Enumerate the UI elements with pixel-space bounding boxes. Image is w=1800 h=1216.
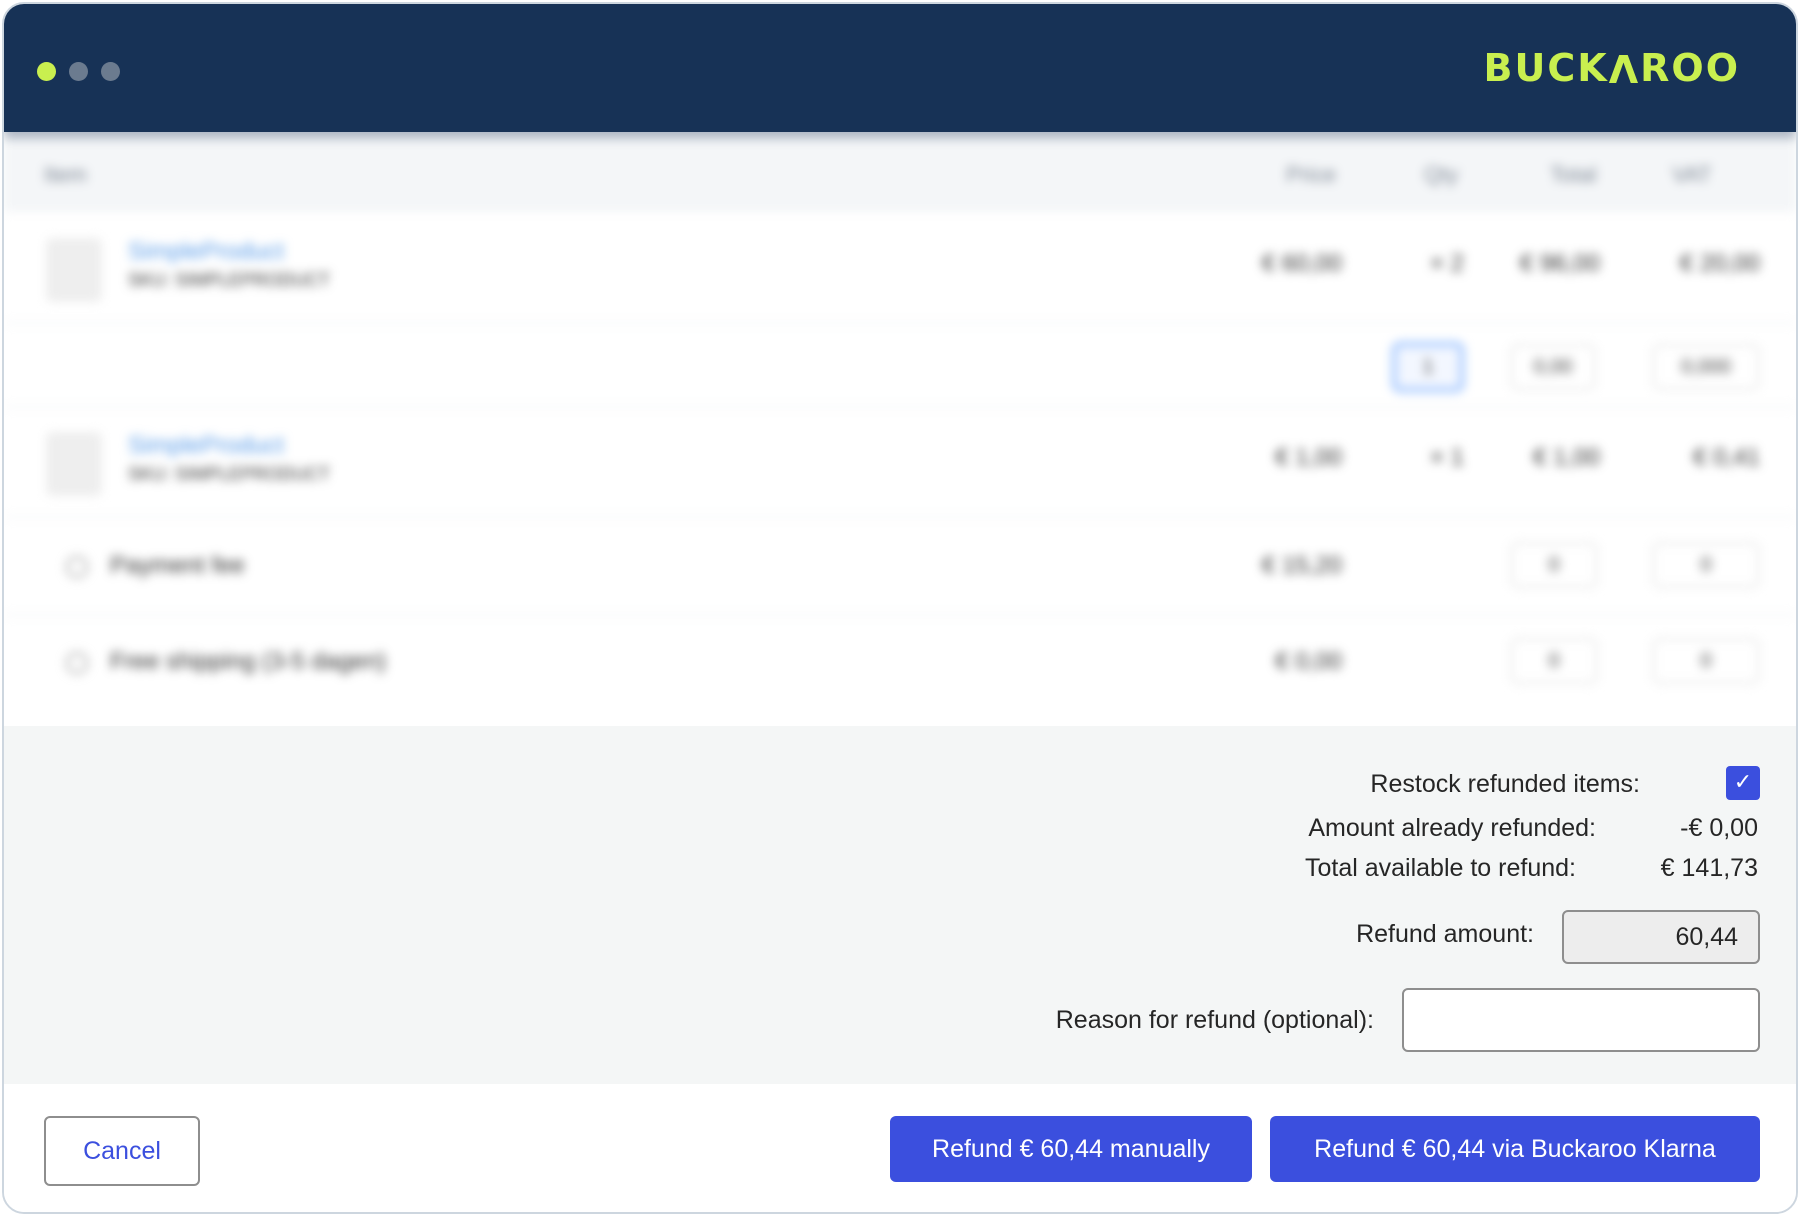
reason-input[interactable]	[1402, 988, 1760, 1052]
fee-icon	[66, 556, 88, 578]
item-total: € 96,00	[1519, 250, 1600, 277]
restock-label: Restock refunded items:	[1370, 770, 1640, 798]
fee-refund-input[interactable]: 0	[1510, 638, 1598, 684]
refund-total-input[interactable]: 0,00	[1510, 344, 1596, 390]
refund-amount-label: Refund amount:	[1356, 920, 1534, 948]
item-vat: € 20,00	[1679, 250, 1760, 277]
refund-window: BUCKVROO Item Price Qty Total VAT Simple…	[2, 2, 1798, 1214]
item-qty: × 2	[1429, 250, 1464, 277]
product-sku: SKU: SIMPLEPRODUCT	[128, 270, 331, 290]
shipping-icon	[66, 652, 88, 674]
product-link[interactable]: SimpleProduct	[128, 238, 284, 266]
fee-vat-input[interactable]: 0	[1652, 638, 1760, 684]
available-label: Total available to refund:	[1304, 854, 1576, 882]
item-total: € 1,00	[1533, 444, 1600, 471]
header-total: Total	[1550, 162, 1597, 187]
already-refunded-label: Amount already refunded:	[1308, 814, 1596, 842]
action-footer: Cancel Refund € 60,44 manually Refund € …	[4, 1084, 1796, 1212]
fee-price: € 0,00	[1275, 648, 1342, 675]
refund-manually-button[interactable]: Refund € 60,44 manually	[890, 1116, 1252, 1182]
already-refunded-value: -€ 0,00	[1680, 814, 1758, 842]
table-row: SimpleProduct SKU: SIMPLEPRODUCT € 60,00…	[4, 212, 1796, 324]
window-dot	[101, 62, 120, 81]
cancel-button[interactable]: Cancel	[44, 1116, 200, 1186]
fee-refund-input[interactable]: 0	[1510, 542, 1598, 588]
window-dot	[69, 62, 88, 81]
refund-input-row: 1 0,00 0,000	[4, 324, 1796, 408]
fee-label: Free shipping (3-5 dagen)	[110, 648, 387, 675]
header-vat: VAT	[1672, 162, 1712, 187]
item-price: € 1,00	[1275, 444, 1342, 471]
fee-price: € 15,20	[1261, 552, 1342, 579]
reason-label: Reason for refund (optional):	[1055, 1006, 1374, 1034]
buckaroo-logo: BUCKVROO	[1483, 46, 1740, 90]
available-value: € 141,73	[1660, 854, 1758, 882]
window-dot-active	[37, 62, 56, 81]
header-price: Price	[1286, 162, 1337, 187]
table-row: SimpleProduct SKU: SIMPLEPRODUCT € 1,00 …	[4, 408, 1796, 518]
order-items-table: Item Price Qty Total VAT SimpleProduct S…	[4, 132, 1796, 726]
refund-form: Restock refunded items: ✓ Amount already…	[4, 726, 1796, 1084]
table-header: Item Price Qty Total VAT	[4, 132, 1796, 212]
header-item: Item	[44, 162, 87, 187]
fee-label: Payment fee	[110, 552, 245, 579]
refund-vat-input[interactable]: 0,000	[1652, 344, 1760, 390]
check-icon: ✓	[1733, 770, 1753, 795]
fee-vat-input[interactable]: 0	[1652, 542, 1760, 588]
item-vat: € 0,41	[1693, 444, 1760, 471]
fee-row: Payment fee € 15,20 0 0	[4, 518, 1796, 616]
refund-amount-input[interactable]: 60,44	[1562, 910, 1760, 964]
header-qty: Qty	[1424, 162, 1459, 187]
product-sku: SKU: SIMPLEPRODUCT	[128, 464, 331, 484]
title-bar: BUCKVROO	[4, 4, 1796, 132]
product-thumbnail	[46, 432, 102, 496]
refund-qty-input[interactable]: 1	[1392, 342, 1464, 392]
product-thumbnail	[46, 238, 102, 302]
refund-via-gateway-button[interactable]: Refund € 60,44 via Buckaroo Klarna	[1270, 1116, 1760, 1182]
item-qty: × 1	[1429, 444, 1464, 471]
restock-checkbox[interactable]: ✓	[1726, 766, 1760, 800]
item-price: € 60,00	[1261, 250, 1342, 277]
product-link[interactable]: SimpleProduct	[128, 432, 284, 460]
fee-row: Free shipping (3-5 dagen) € 0,00 0 0	[4, 616, 1796, 726]
